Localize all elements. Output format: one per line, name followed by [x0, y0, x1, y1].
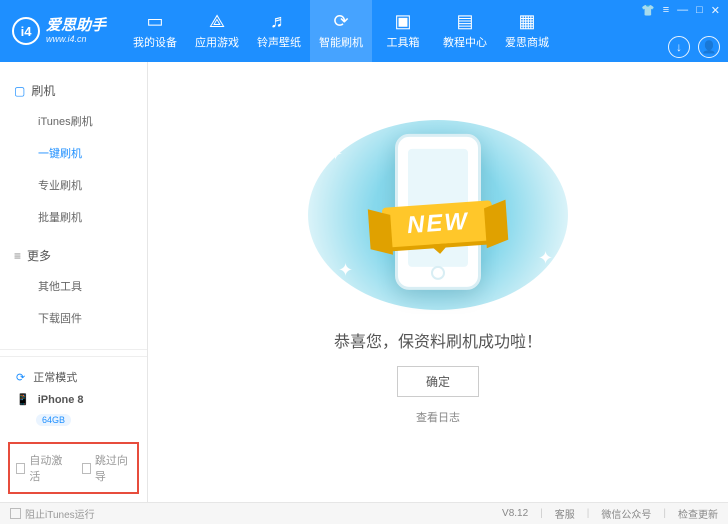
sidebar-item-oneclick-flash[interactable]: 一键刷机 — [0, 137, 147, 169]
menu-icon[interactable]: ≡ — [663, 4, 669, 17]
footer-wechat[interactable]: 微信公众号 — [601, 506, 651, 521]
new-badge: NEW — [382, 200, 495, 248]
tab-apps[interactable]: ⟁应用游戏 — [186, 0, 248, 62]
device-mode[interactable]: ⟳正常模式 — [10, 365, 137, 389]
top-nav: ▭我的设备 ⟁应用游戏 ♬铃声壁纸 ⟳智能刷机 ▣工具箱 ▤教程中心 ▦爱思商城 — [124, 0, 558, 62]
checkbox-auto-activate[interactable]: 自动激活 — [16, 452, 66, 484]
device-name[interactable]: 📱iPhone 8 — [10, 389, 137, 410]
title-bar: i4 爱思助手 www.i4.cn ▭我的设备 ⟁应用游戏 ♬铃声壁纸 ⟳智能刷… — [0, 0, 728, 62]
music-icon: ♬ — [270, 12, 288, 30]
checkbox-block-itunes[interactable]: 阻止iTunes运行 — [10, 506, 95, 521]
close-button[interactable]: ✕ — [711, 4, 720, 17]
download-button[interactable]: ↓ — [668, 36, 690, 58]
sidebar-item-other-tools[interactable]: 其他工具 — [0, 270, 147, 302]
footer-support[interactable]: 客服 — [555, 506, 575, 521]
ok-button[interactable]: 确定 — [397, 366, 479, 397]
sidebar-item-advanced[interactable]: 高级功能 — [0, 334, 147, 343]
success-illustration: ✦ ✦ ✦ ✦ NEW — [308, 120, 568, 310]
flash-icon: ⟳ — [333, 12, 348, 30]
tab-flash[interactable]: ⟳智能刷机 — [310, 0, 372, 62]
device-icon: 📱 — [16, 393, 30, 406]
tab-tutorials[interactable]: ▤教程中心 — [434, 0, 496, 62]
app-url: www.i4.cn — [46, 34, 106, 44]
tab-store[interactable]: ▦爱思商城 — [496, 0, 558, 62]
highlighted-options: 自动激活 跳过向导 — [8, 442, 139, 494]
phone-outline-icon: ▢ — [14, 84, 25, 98]
checkbox-skip-guide[interactable]: 跳过向导 — [82, 452, 132, 484]
sidebar: ▢刷机 iTunes刷机 一键刷机 专业刷机 批量刷机 ≡更多 其他工具 下载固… — [0, 62, 148, 502]
hamburger-icon: ≡ — [14, 249, 21, 263]
version-label: V8.12 — [502, 508, 528, 519]
view-log-link[interactable]: 查看日志 — [416, 409, 460, 425]
sidebar-item-batch-flash[interactable]: 批量刷机 — [0, 201, 147, 233]
sidebar-item-itunes-flash[interactable]: iTunes刷机 — [0, 105, 147, 137]
sidebar-group-flash: ▢刷机 — [0, 76, 147, 105]
appstore-icon: ⟁ — [209, 12, 225, 30]
minimize-button[interactable]: — — [677, 4, 688, 17]
cart-icon: ▦ — [519, 12, 536, 30]
tab-ringtones[interactable]: ♬铃声壁纸 — [248, 0, 310, 62]
app-logo: i4 爱思助手 www.i4.cn — [12, 17, 106, 45]
tab-toolbox[interactable]: ▣工具箱 — [372, 0, 434, 62]
maximize-button[interactable]: □ — [696, 4, 703, 17]
user-button[interactable]: 👤 — [698, 36, 720, 58]
device-capacity-badge: 64GB — [36, 414, 71, 426]
status-bar: 阻止iTunes运行 V8.12 | 客服 | 微信公众号 | 检查更新 — [0, 502, 728, 524]
logo-icon: i4 — [12, 17, 40, 45]
phone-icon: ▭ — [147, 12, 164, 30]
footer-check-update[interactable]: 检查更新 — [678, 506, 718, 521]
tab-my-device[interactable]: ▭我的设备 — [124, 0, 186, 62]
app-name: 爱思助手 — [46, 18, 106, 35]
sidebar-group-more: ≡更多 — [0, 241, 147, 270]
sidebar-item-download-firmware[interactable]: 下载固件 — [0, 302, 147, 334]
refresh-icon: ⟳ — [16, 371, 25, 384]
book-icon: ▤ — [457, 12, 474, 30]
toolbox-icon: ▣ — [395, 12, 412, 30]
success-message: 恭喜您，保资料刷机成功啦！ — [334, 328, 542, 352]
tshirt-icon[interactable]: 👕 — [641, 4, 655, 17]
main-panel: ✦ ✦ ✦ ✦ NEW 恭喜您，保资料刷机成功啦！ 确定 查看日志 — [148, 62, 728, 502]
sidebar-item-pro-flash[interactable]: 专业刷机 — [0, 169, 147, 201]
